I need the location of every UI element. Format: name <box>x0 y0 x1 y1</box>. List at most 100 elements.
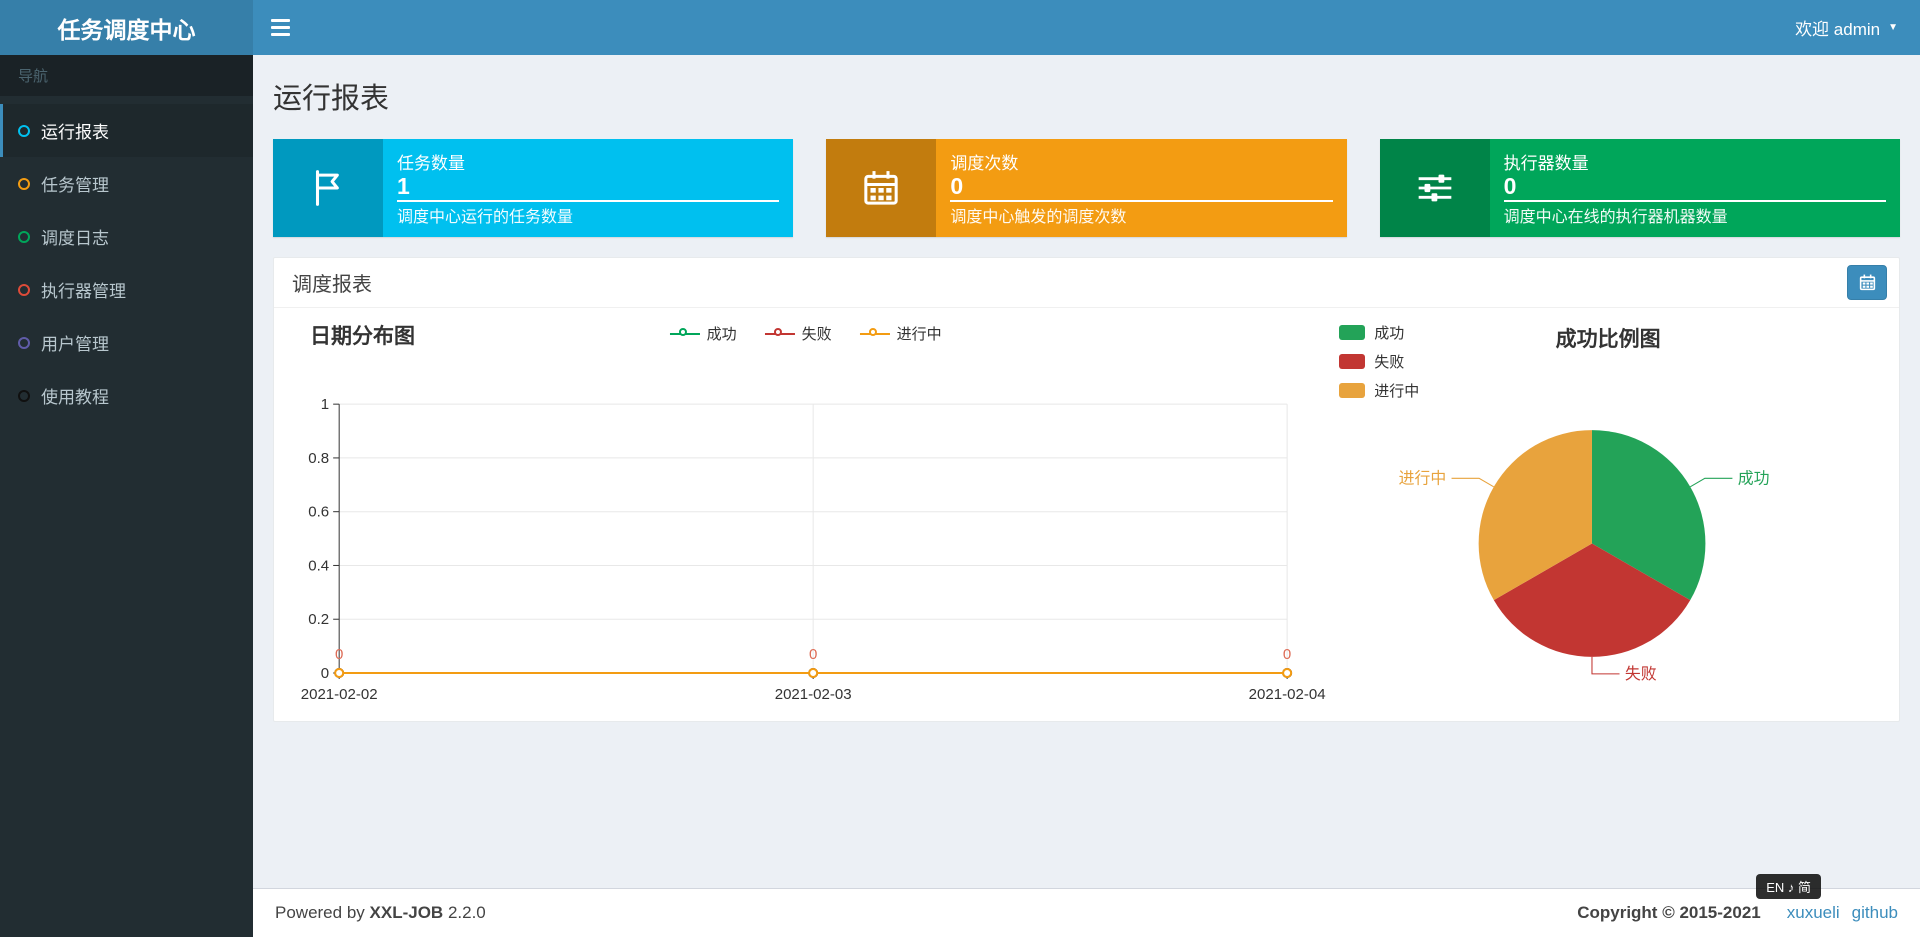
panel-title: 调度报表 <box>292 274 372 296</box>
line-chart-shape: 2021-02-04 <box>1249 686 1326 703</box>
copyright-area: Copyright © 2015-2021 xuxueli github <box>1577 903 1898 923</box>
ime-language-indicator[interactable]: EN ♪ 简 <box>1756 874 1821 899</box>
line-chart-shape: 0.2 <box>308 611 329 628</box>
powered-by-prefix: Powered by <box>275 903 365 922</box>
line-legend-item[interactable]: 成功 <box>669 323 737 344</box>
line-legend-item[interactable]: 失败 <box>764 323 832 344</box>
pie-chart-shape <box>1690 477 1733 488</box>
info-box-icon-area <box>826 139 937 237</box>
info-box-job-count: 任务数量 1 调度中心运行的任务数量 <box>273 139 794 237</box>
info-box-description: 调度中心触发的调度次数 <box>950 208 1127 226</box>
info-box-progress <box>397 199 780 202</box>
sidebar-item-run-report[interactable]: 运行报表 <box>0 104 253 157</box>
info-box-value: 1 <box>397 173 410 200</box>
line-legend-label: 失败 <box>801 326 832 343</box>
powered-by-text: Powered by XXL-JOB 2.2.0 <box>275 903 486 923</box>
sidebar-item-user-manage[interactable]: 用户管理 <box>0 316 253 369</box>
info-box-description: 调度中心运行的任务数量 <box>397 208 574 226</box>
info-box-content: 执行器数量 0 调度中心在线的执行器机器数量 <box>1490 139 1900 237</box>
sidebar-toggle-button[interactable] <box>253 0 308 55</box>
product-version: 2.2.0 <box>447 903 486 922</box>
footer-link-xuxueli[interactable]: xuxueli <box>1787 903 1840 922</box>
hamburger-icon <box>271 19 290 22</box>
panel-header: 调度报表 <box>274 258 1899 308</box>
line-legend-item[interactable]: 进行中 <box>859 323 942 344</box>
caret-down-icon: ▼ <box>1888 21 1898 33</box>
flag-icon <box>315 170 339 206</box>
user-dropdown[interactable]: 欢迎 admin ▼ <box>1773 0 1920 55</box>
line-chart-shape <box>808 667 819 679</box>
sidebar-item-job-manage[interactable]: 任务管理 <box>0 157 253 210</box>
sidebar-item-label: 执行器管理 <box>41 282 126 301</box>
circle-o-icon <box>18 389 30 402</box>
pie-label-1: 失败 <box>1625 665 1657 683</box>
calendar-icon <box>1859 274 1875 291</box>
line-chart-shape: 1 <box>321 396 329 413</box>
info-box-progress <box>950 199 1333 202</box>
pie-legend-label: 失败 <box>1374 354 1405 371</box>
info-box-content: 调度次数 0 调度中心触发的调度次数 <box>936 139 1346 237</box>
panel-body: 日期分布图 成功 失败 进行中 0 0.2 0.4 0.6 0.8 1 2021-02-02 20… <box>274 308 1899 721</box>
product-name: XXL-JOB <box>369 903 444 922</box>
circle-o-icon <box>18 336 30 349</box>
circle-o-icon <box>18 124 30 137</box>
pie-chart-canvas: 成功失败 进行中 <box>1399 430 1770 683</box>
info-box-description: 调度中心在线的执行器机器数量 <box>1503 208 1728 226</box>
line-chart-shape <box>334 667 345 679</box>
info-box-value: 0 <box>950 173 964 200</box>
line-legend-marker-icon <box>669 327 700 340</box>
info-box-value: 0 <box>1503 173 1517 200</box>
info-box-title: 执行器数量 <box>1503 154 1589 173</box>
sidebar-item-executor-manage[interactable]: 执行器管理 <box>0 263 253 316</box>
line-legend-marker-icon <box>859 327 890 340</box>
info-box-trigger-count: 调度次数 0 调度中心触发的调度次数 <box>826 139 1347 237</box>
pie-chart-shape <box>1451 477 1495 488</box>
footer-links: xuxueli github <box>1775 903 1898 923</box>
copyright-text: Copyright © 2015-2021 <box>1577 903 1761 922</box>
pie-legend-item[interactable]: 成功 <box>1339 322 1419 343</box>
footer: Powered by XXL-JOB 2.2.0 Copyright © 201… <box>253 888 1920 937</box>
pie-label-0: 成功 <box>1738 470 1770 488</box>
sidebar-item-label: 调度日志 <box>41 229 109 248</box>
sidebar-item-label: 运行报表 <box>41 123 109 142</box>
line-chart-shape: 2021-02-03 <box>775 686 852 703</box>
info-box-progress <box>1503 199 1886 202</box>
info-box-icon-area <box>1379 139 1490 237</box>
sidebar-item-label: 任务管理 <box>41 176 109 195</box>
sidebar-item-help[interactable]: 使用教程 <box>0 369 253 422</box>
dispatch-report-panel: 调度报表 日期分布图 成功 失败 进行中 0 0.2 0.4 0.6 0.8 1 2021-02… <box>273 257 1900 723</box>
pie-legend-swatch-icon <box>1339 325 1366 340</box>
app-logo[interactable]: 任务调度中心 <box>0 0 253 55</box>
point-value-label: 0 <box>809 646 817 663</box>
pie-legend-item[interactable]: 进行中 <box>1339 380 1419 401</box>
line-chart-shape: 2021-02-02 <box>301 686 378 703</box>
pie-label-2: 进行中 <box>1399 470 1447 488</box>
sidebar-section-label: 导航 <box>0 55 253 96</box>
hamburger-icon <box>271 33 290 36</box>
line-chart-shape: 0.4 <box>308 557 329 574</box>
navbar-rest: 欢迎 admin ▼ <box>253 0 1920 55</box>
sidebar-item-label: 用户管理 <box>41 335 109 354</box>
point-value-label: 0 <box>1283 646 1291 663</box>
circle-o-icon <box>18 230 30 243</box>
sidebar-menu: 运行报表任务管理调度日志执行器管理用户管理使用教程 <box>0 96 253 422</box>
pie-legend-item[interactable]: 失败 <box>1339 351 1419 372</box>
line-chart-shape: 0 <box>321 665 329 682</box>
date-range-button[interactable] <box>1847 265 1887 300</box>
pie-legend-swatch-icon <box>1339 383 1366 398</box>
pie-legend-label: 成功 <box>1374 325 1405 342</box>
main-content: 运行报表 任务数量 1 调度中心运行的任务数量 调度次数 0 调度中心触发的调度次数 执行器… <box>253 55 1920 888</box>
sidebar-item-label: 使用教程 <box>41 388 109 407</box>
pie-chart-shape <box>1591 656 1620 675</box>
footer-link-github[interactable]: github <box>1852 903 1898 922</box>
sliders-icon <box>1418 174 1451 202</box>
sidebar-item-job-log[interactable]: 调度日志 <box>0 210 253 263</box>
info-box-icon-area <box>273 139 383 237</box>
info-box-title: 任务数量 <box>397 154 465 173</box>
pie-legend-label: 进行中 <box>1374 383 1420 400</box>
line-chart-legend: 成功 失败 进行中 <box>669 323 942 344</box>
info-box-content: 任务数量 1 调度中心运行的任务数量 <box>383 139 793 237</box>
page-title: 运行报表 <box>273 83 390 115</box>
circle-o-icon <box>18 283 30 296</box>
app-logo-text: 任务调度中心 <box>57 16 196 43</box>
